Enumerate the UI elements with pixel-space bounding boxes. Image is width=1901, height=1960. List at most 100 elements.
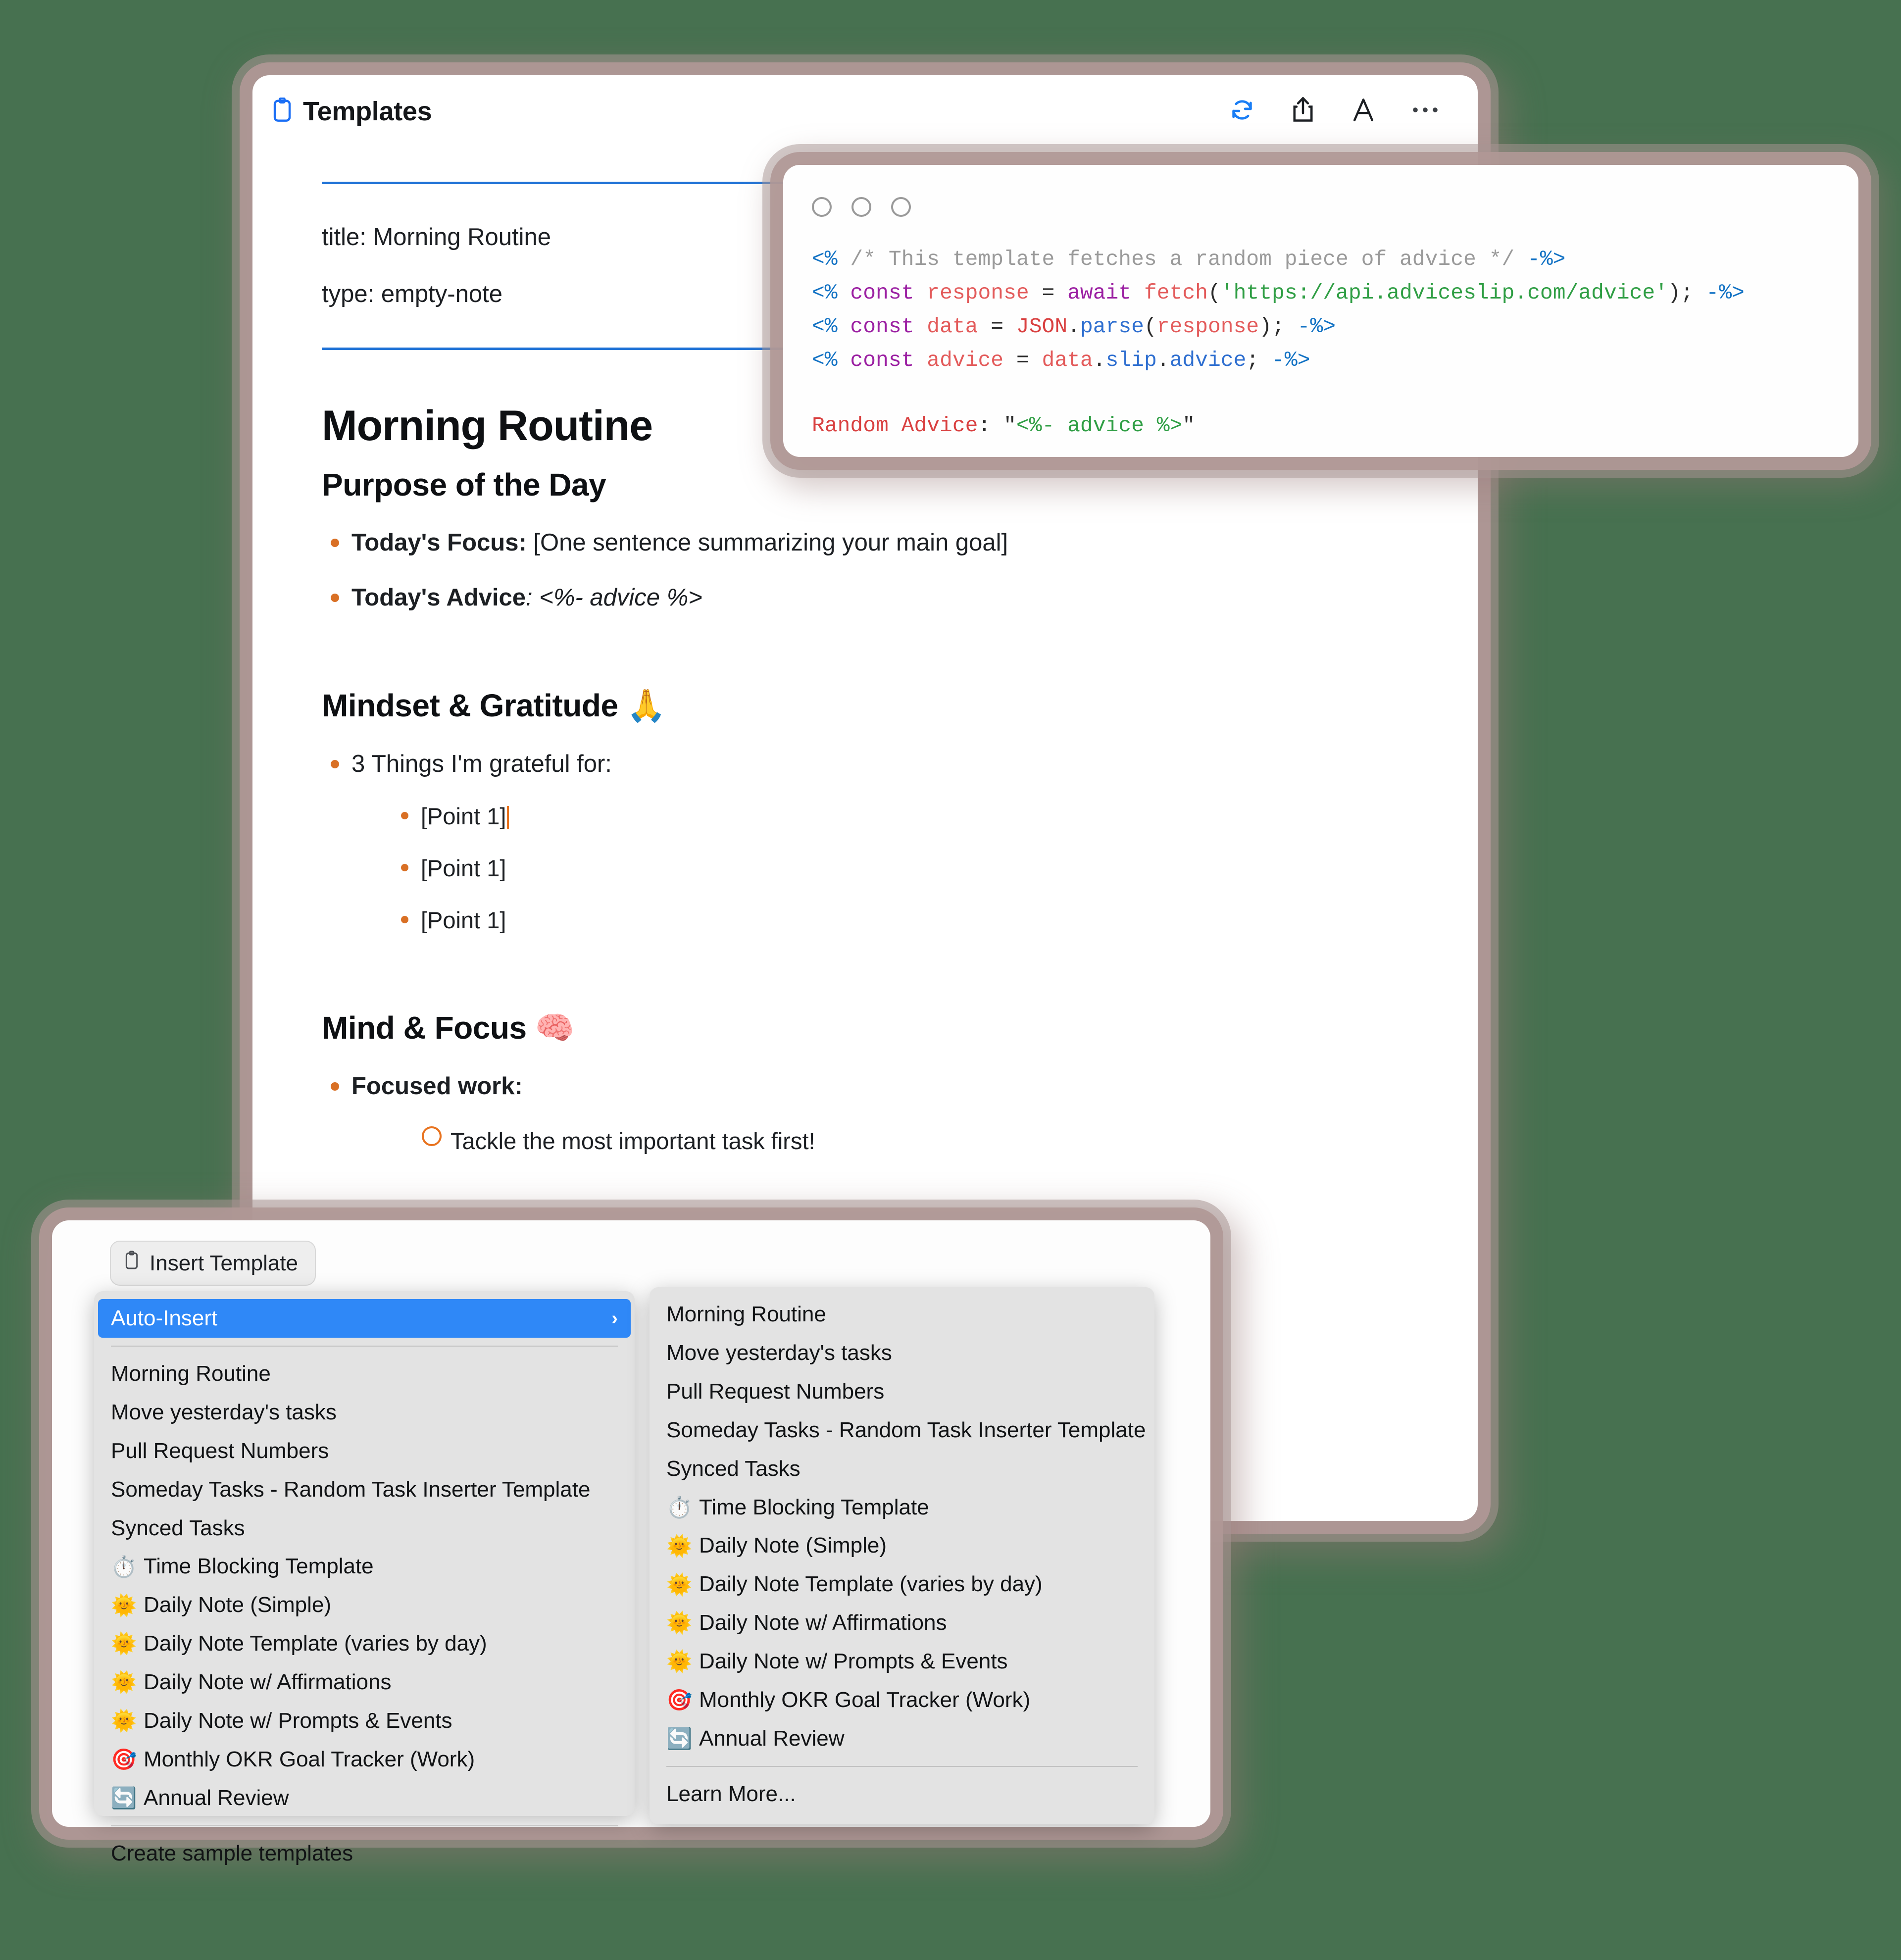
sub-bullet-text: [Point 1]: [421, 906, 506, 933]
code-line: <% const advice = data.slip.advice; -%>: [812, 344, 1858, 377]
menu-item-label: Monthly OKR Goal Tracker (Work): [144, 1747, 475, 1771]
bullet-bold-label: Focused work:: [351, 1072, 523, 1100]
maximize-button[interactable]: [891, 197, 911, 217]
list-item: [Point 1]: [401, 854, 1478, 883]
minimize-button[interactable]: [851, 197, 871, 217]
code-token: .: [1093, 348, 1106, 372]
menu-item[interactable]: Someday Tasks - Random Task Inserter Tem…: [94, 1470, 635, 1509]
menu-item-label: Morning Routine: [111, 1361, 271, 1386]
code-token: await: [1067, 280, 1132, 305]
menu-item-emoji-icon: 🌞: [111, 1631, 137, 1656]
submenu-item[interactable]: ⏱️ Time Blocking Template: [650, 1488, 1154, 1527]
submenu-item[interactable]: Learn More...: [650, 1775, 1154, 1813]
code-token: /* This template fetches a random piece …: [850, 247, 1515, 271]
menu-item-emoji-icon: 🌞: [666, 1572, 693, 1597]
auto-insert-submenu[interactable]: Morning Routine Move yesterday's tasks Pul…: [650, 1287, 1154, 1824]
submenu-item[interactable]: Synced Tasks: [650, 1450, 1154, 1488]
menu-item-emoji-icon: 🌞: [111, 1709, 137, 1733]
submenu-item[interactable]: 🌞 Daily Note Template (varies by day): [650, 1565, 1154, 1604]
submenu-item[interactable]: Someday Tasks - Random Task Inserter Tem…: [650, 1411, 1154, 1450]
submenu-item[interactable]: Pull Request Numbers: [650, 1372, 1154, 1411]
share-icon[interactable]: [1291, 96, 1315, 126]
menu-item-label: Time Blocking Template: [699, 1495, 929, 1519]
code-token: );: [1259, 314, 1298, 339]
section-heading-purpose: Purpose of the Day: [322, 466, 606, 503]
menu-separator: [666, 1765, 1138, 1767]
code-token: =: [978, 314, 1016, 339]
submenu-item[interactable]: 🌞 Daily Note w/ Prompts & Events: [650, 1642, 1154, 1681]
close-button[interactable]: [812, 197, 832, 217]
submenu-item[interactable]: 🔄 Annual Review: [650, 1719, 1154, 1758]
code-token: response: [1156, 314, 1259, 339]
code-token: : ": [978, 413, 1016, 438]
chevron-right-icon: ›: [611, 1307, 618, 1329]
submenu-item[interactable]: Move yesterday's tasks: [650, 1334, 1154, 1372]
bullet-bold-label: Today's Focus:: [351, 529, 527, 556]
menu-item[interactable]: ⏱️ Time Blocking Template: [94, 1547, 635, 1586]
menu-item[interactable]: 🌞 Daily Note Template (varies by day): [94, 1624, 635, 1663]
todo-item[interactable]: Tackle the most important task first!: [422, 1126, 1478, 1155]
menu-item-label: Daily Note w/ Affirmations: [699, 1610, 947, 1635]
submenu-item[interactable]: 🎯 Monthly OKR Goal Tracker (Work): [650, 1681, 1154, 1719]
font-size-icon[interactable]: [1351, 97, 1376, 126]
menu-item[interactable]: Morning Routine: [94, 1355, 635, 1393]
sub-bullet-text: [Point 1]: [421, 855, 506, 882]
menu-item-emoji-icon: 🌞: [111, 1593, 137, 1617]
section-heading-mind-focus: Mind & Focus 🧠: [322, 1009, 575, 1046]
menu-item[interactable]: Pull Request Numbers: [94, 1432, 635, 1470]
menu-item[interactable]: Create sample templates: [94, 1834, 635, 1873]
code-token: const: [850, 314, 914, 339]
menu-item-label: Daily Note w/ Affirmations: [144, 1670, 392, 1695]
code-content[interactable]: <% /* This template fetches a random pie…: [783, 217, 1858, 443]
code-line: Random Advice: "<%- advice %>": [812, 409, 1858, 443]
menu-item[interactable]: 🔄 Annual Review: [94, 1779, 635, 1817]
list-item: 3 Things I'm grateful for:: [331, 749, 1478, 779]
menu-item[interactable]: Auto-Insert ›: [98, 1299, 631, 1338]
template-context-menu[interactable]: Auto-Insert › Morning Routine Move yesterda…: [94, 1291, 635, 1865]
list-item: Today's Focus: [One sentence summarizing…: [331, 528, 1478, 558]
more-options-icon[interactable]: [1411, 105, 1439, 117]
code-token: ;: [1246, 348, 1272, 372]
mindset-bullet-list: 3 Things I'm grateful for: [Point 1] [Po…: [252, 749, 1478, 935]
menu-item-emoji-icon: 🎯: [111, 1747, 137, 1772]
window-traffic-lights: [783, 165, 1858, 217]
submenu-item[interactable]: 🌞 Daily Note (Simple): [650, 1526, 1154, 1565]
code-token: (: [1144, 314, 1157, 339]
menu-item[interactable]: 🌞 Daily Note w/ Prompts & Events: [94, 1702, 635, 1740]
sync-icon[interactable]: [1229, 97, 1255, 125]
insert-template-button[interactable]: Insert Template: [110, 1241, 316, 1286]
menu-item[interactable]: Move yesterday's tasks: [94, 1393, 635, 1432]
menu-item-label: Someday Tasks - Random Task Inserter Tem…: [666, 1417, 1146, 1442]
menu-item[interactable]: 🌞 Daily Note w/ Affirmations: [94, 1663, 635, 1702]
submenu-item[interactable]: Morning Routine: [650, 1295, 1154, 1334]
menu-item-label: Annual Review: [699, 1726, 845, 1751]
list-item: [Point 1]: [401, 802, 1478, 831]
note-title-group: Templates: [272, 96, 432, 127]
insert-template-label: Insert Template: [150, 1251, 299, 1275]
menu-item[interactable]: 🎯 Monthly OKR Goal Tracker (Work): [94, 1740, 635, 1779]
menu-item-label: Someday Tasks - Random Task Inserter Tem…: [111, 1477, 591, 1502]
code-token: Random Advice: [812, 413, 978, 438]
page-title: Templates: [303, 96, 432, 126]
submenu-item[interactable]: 🌞 Daily Note w/ Affirmations: [650, 1604, 1154, 1642]
menu-item-label: Move yesterday's tasks: [666, 1340, 892, 1365]
menu-item[interactable]: Synced Tasks: [94, 1509, 635, 1548]
code-token: 'https://api.adviceslip.com/advice': [1220, 280, 1668, 305]
todo-checkbox-icon[interactable]: [422, 1126, 442, 1146]
menu-item-label: Daily Note (Simple): [144, 1593, 331, 1617]
menu-item-emoji-icon: 🌞: [666, 1649, 693, 1674]
menu-item[interactable]: 🌞 Daily Note (Simple): [94, 1586, 635, 1624]
menu-item-label: Synced Tasks: [666, 1456, 800, 1481]
menu-item-label: Daily Note (Simple): [699, 1533, 887, 1558]
menu-item-emoji-icon: 🔄: [111, 1786, 137, 1810]
code-token: advice: [927, 348, 1004, 372]
code-token: JSON: [1016, 314, 1068, 339]
menu-item-label: Daily Note w/ Prompts & Events: [699, 1649, 1008, 1674]
